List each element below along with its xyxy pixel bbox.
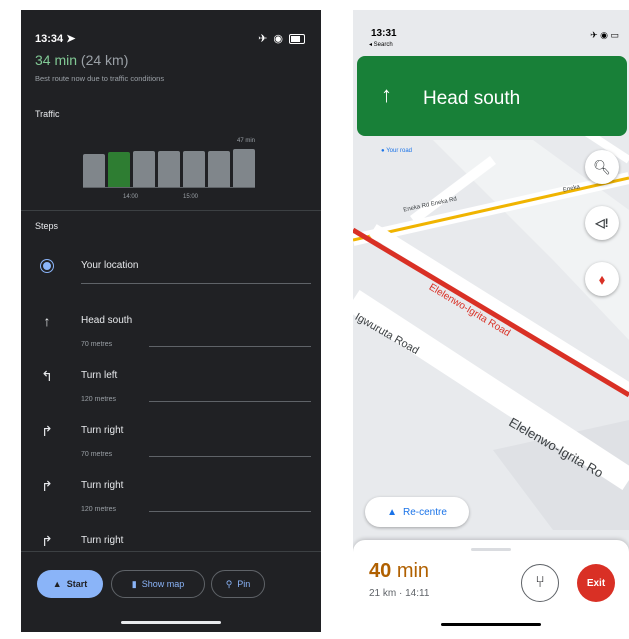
step-row[interactable]: ↰ Turn left — [21, 366, 321, 388]
compass-icon: ⬧ — [598, 270, 606, 287]
location-arrow-icon: ➤ — [66, 33, 76, 45]
traffic-bar — [83, 154, 105, 188]
bottom-action-bar: ▲ Start ▮ Show map ⚲ Pin — [21, 551, 321, 632]
step-distance: 70 metres — [81, 341, 113, 348]
show-map-button[interactable]: ▮ Show map — [111, 570, 205, 598]
compass-button[interactable]: ⬧ — [585, 262, 619, 296]
route-subtitle: Best route now due to traffic conditions — [35, 74, 165, 83]
directions-panel: 13:34 ➤ ✈ ◉ 34 min (24 km) Best route no… — [21, 10, 321, 632]
route-options-button[interactable]: ⑂ — [521, 564, 559, 602]
pin-button[interactable]: ⚲ Pin — [211, 570, 265, 598]
arrow-up-icon: ↑ — [381, 82, 392, 107]
step-divider — [149, 346, 311, 347]
traffic-chart: 47 min 14:00 15:00 — [83, 138, 255, 208]
traffic-bar — [133, 151, 155, 188]
step-instruction: Your location — [81, 260, 139, 271]
pin-icon: ⚲ — [225, 578, 233, 589]
traffic-tick: 14:00 — [123, 194, 139, 200]
traffic-heading: Traffic — [35, 109, 60, 119]
step-divider — [81, 283, 311, 284]
step-row[interactable]: ↱ Turn right — [21, 476, 321, 498]
turn-right-icon: ↱ — [41, 533, 53, 549]
arrow-up-icon: ↑ — [43, 313, 51, 329]
exit-button[interactable]: Exit — [577, 564, 615, 602]
traffic-bar — [158, 151, 180, 188]
fork-route-icon: ⑂ — [535, 574, 545, 591]
step-instruction: Turn right — [81, 535, 124, 546]
route-distance: (24 km) — [80, 52, 129, 68]
location-pin-icon: ● — [381, 148, 385, 154]
step-row[interactable]: ↑ Head south — [21, 311, 321, 333]
traffic-bar — [108, 152, 130, 188]
trip-summary-sheet: 40 min 21 km · 14:11 ⑂ Exit — [353, 540, 629, 632]
step-divider — [149, 456, 311, 457]
step-instruction: Turn left — [81, 370, 118, 381]
traffic-axis — [83, 187, 255, 188]
step-row[interactable]: ↱ Turn right — [21, 421, 321, 443]
steps-heading: Steps — [35, 221, 59, 231]
search-button[interactable]: 🔍︎ — [585, 150, 619, 184]
step-instruction: Head south — [81, 315, 133, 326]
route-duration: 34 min — [35, 52, 78, 68]
navigation-arrow-icon: ▲ — [52, 579, 62, 589]
eta-time: 40 min — [369, 560, 430, 582]
instruction-text: Head south — [423, 88, 521, 109]
traffic-bar — [233, 149, 255, 188]
status-time: 13:31 — [371, 28, 397, 39]
step-instruction: Turn right — [81, 425, 124, 436]
turn-left-icon: ↰ — [41, 368, 53, 384]
navigation-arrow-icon: ▲ — [387, 506, 397, 518]
speaker-alert-icon: ◁! — [595, 216, 609, 230]
map-label-your-road: ● Your road — [381, 148, 412, 154]
location-dot-icon — [39, 258, 55, 274]
step-row[interactable]: ↱ Turn right — [21, 531, 321, 553]
divider — [21, 210, 321, 211]
traffic-bar — [208, 151, 230, 188]
eta-detail: 21 km · 14:11 — [369, 588, 430, 599]
traffic-bar — [183, 151, 205, 188]
home-indicator — [441, 623, 541, 626]
sheet-handle[interactable] — [471, 548, 511, 551]
step-distance: 120 metres — [81, 396, 117, 403]
step-distance: 120 metres — [81, 506, 117, 513]
instruction-banner[interactable]: ↑ Head south — [357, 56, 627, 136]
back-to-search-link[interactable]: ◂ Search — [369, 41, 393, 48]
status-icons: ✈ ◉ — [258, 32, 305, 45]
start-button[interactable]: ▲ Start — [37, 570, 103, 598]
traffic-tick: 15:00 — [183, 194, 199, 200]
search-icon: 🔍︎ — [593, 158, 611, 175]
airplane-icon: ✈ — [258, 33, 268, 45]
recentre-button[interactable]: ▲ Re-centre — [365, 497, 469, 527]
step-divider — [149, 511, 311, 512]
status-icons: ✈ ◉ ▭ — [590, 30, 619, 40]
step-divider — [149, 401, 311, 402]
map-icon: ▮ — [131, 578, 137, 589]
sound-button[interactable]: ◁! — [585, 206, 619, 240]
turn-right-icon: ↱ — [41, 478, 53, 494]
route-summary: 34 min (24 km) — [35, 52, 128, 68]
wifi-icon: ◉ — [273, 33, 283, 45]
status-time: 13:34 ➤ — [35, 33, 76, 45]
step-row[interactable]: Your location — [21, 256, 321, 278]
step-instruction: Turn right — [81, 480, 124, 491]
home-indicator — [121, 621, 221, 624]
traffic-max-label: 47 min — [236, 138, 255, 144]
navigation-map-panel: ● Your road Eneka Rd Eneka Rd Eneka Elel… — [353, 10, 629, 632]
turn-right-icon: ↱ — [41, 423, 53, 439]
step-distance: 70 metres — [81, 451, 113, 458]
battery-icon — [289, 33, 305, 44]
